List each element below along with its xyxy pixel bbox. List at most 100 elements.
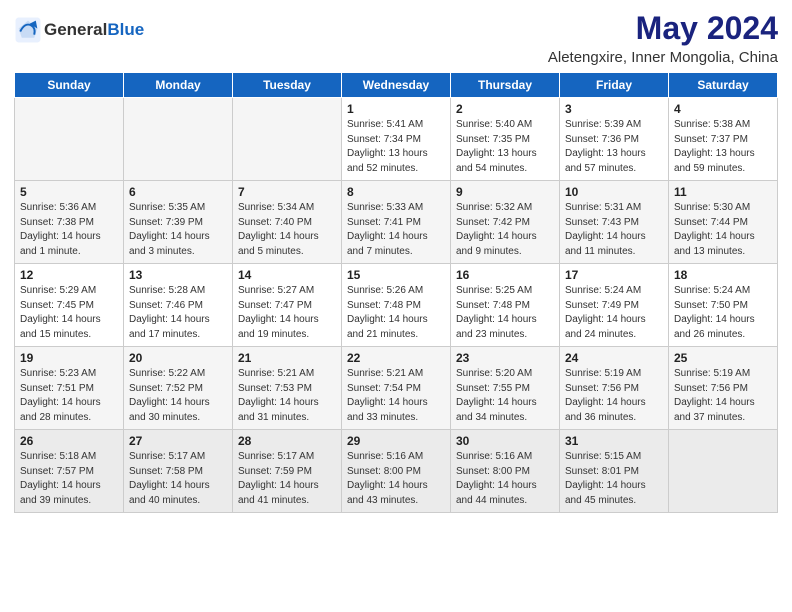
calendar-cell: 29 Sunrise: 5:16 AM Sunset: 8:00 PM Dayli… <box>342 430 451 513</box>
generalblue-icon <box>14 16 42 44</box>
day-number: 18 <box>674 268 772 282</box>
header-tuesday: Tuesday <box>233 73 342 98</box>
day-number: 16 <box>456 268 554 282</box>
cell-info: Sunrise: 5:15 AM Sunset: 8:01 PM Dayligh… <box>565 450 663 508</box>
title-area: May 2024 Aletengxire, Inner Mongolia, Ch… <box>548 10 778 66</box>
calendar-cell: 15Sunrise: 5:26 AM Sunset: 7:48 PM Dayli… <box>342 264 451 347</box>
day-number: 31 <box>565 434 663 448</box>
calendar-week-row: 1 Sunrise: 5:41 AM Sunset: 7:34 PM Daylig… <box>15 98 778 181</box>
calendar-cell: 26 Sunrise: 5:18 AM Sunset: 7:57 PM Dayli… <box>15 430 124 513</box>
cell-info: Sunrise: 5:32 AM Sunset: 7:42 PM Dayligh… <box>456 201 554 259</box>
calendar-cell: 23 Sunrise: 5:20 AM Sunset: 7:55 PM Dayli… <box>451 347 560 430</box>
day-number: 8 <box>347 185 445 199</box>
calendar-cell: 19 Sunrise: 5:23 AM Sunset: 7:51 PM Dayli… <box>15 347 124 430</box>
calendar-cell: 22 Sunrise: 5:21 AM Sunset: 7:54 PM Dayli… <box>342 347 451 430</box>
cell-info: Sunrise: 5:25 AM Sunset: 7:48 PM Dayligh… <box>456 284 554 342</box>
logo-blue: Blue <box>107 20 144 39</box>
cell-info: Sunrise: 5:28 AM Sunset: 7:46 PM Dayligh… <box>129 284 227 342</box>
calendar-cell: 31 Sunrise: 5:15 AM Sunset: 8:01 PM Dayli… <box>560 430 669 513</box>
day-number: 7 <box>238 185 336 199</box>
calendar-cell: 7Sunrise: 5:34 AM Sunset: 7:40 PM Daylig… <box>233 181 342 264</box>
day-number: 28 <box>238 434 336 448</box>
cell-info: Sunrise: 5:30 AM Sunset: 7:44 PM Dayligh… <box>674 201 772 259</box>
day-number: 5 <box>20 185 118 199</box>
day-number: 22 <box>347 351 445 365</box>
header-sunday: Sunday <box>15 73 124 98</box>
cell-info: Sunrise: 5:18 AM Sunset: 7:57 PM Dayligh… <box>20 450 118 508</box>
calendar-cell: 14 Sunrise: 5:27 AM Sunset: 7:47 PM Dayli… <box>233 264 342 347</box>
calendar-cell: 6 Sunrise: 5:35 AM Sunset: 7:39 PM Daylig… <box>124 181 233 264</box>
calendar-cell: 11Sunrise: 5:30 AM Sunset: 7:44 PM Dayli… <box>669 181 778 264</box>
cell-info: Sunrise: 5:24 AM Sunset: 7:50 PM Dayligh… <box>674 284 772 342</box>
cell-info: Sunrise: 5:35 AM Sunset: 7:39 PM Dayligh… <box>129 201 227 259</box>
cell-info: Sunrise: 5:26 AM Sunset: 7:48 PM Dayligh… <box>347 284 445 342</box>
calendar-cell: 9 Sunrise: 5:32 AM Sunset: 7:42 PM Daylig… <box>451 181 560 264</box>
cell-info: Sunrise: 5:41 AM Sunset: 7:34 PM Dayligh… <box>347 118 445 176</box>
cell-info: Sunrise: 5:39 AM Sunset: 7:36 PM Dayligh… <box>565 118 663 176</box>
day-number: 19 <box>20 351 118 365</box>
calendar-cell: 1 Sunrise: 5:41 AM Sunset: 7:34 PM Daylig… <box>342 98 451 181</box>
cell-info: Sunrise: 5:21 AM Sunset: 7:54 PM Dayligh… <box>347 367 445 425</box>
calendar-cell: 20 Sunrise: 5:22 AM Sunset: 7:52 PM Dayli… <box>124 347 233 430</box>
calendar-cell: 18 Sunrise: 5:24 AM Sunset: 7:50 PM Dayli… <box>669 264 778 347</box>
header-friday: Friday <box>560 73 669 98</box>
day-number: 29 <box>347 434 445 448</box>
day-number: 6 <box>129 185 227 199</box>
logo-text: GeneralBlue <box>44 20 144 40</box>
cell-info: Sunrise: 5:33 AM Sunset: 7:41 PM Dayligh… <box>347 201 445 259</box>
day-number: 21 <box>238 351 336 365</box>
cell-info: Sunrise: 5:16 AM Sunset: 8:00 PM Dayligh… <box>456 450 554 508</box>
calendar-cell: 28Sunrise: 5:17 AM Sunset: 7:59 PM Dayli… <box>233 430 342 513</box>
cell-info: Sunrise: 5:27 AM Sunset: 7:47 PM Dayligh… <box>238 284 336 342</box>
day-number: 3 <box>565 102 663 116</box>
calendar-cell <box>124 98 233 181</box>
cell-info: Sunrise: 5:20 AM Sunset: 7:55 PM Dayligh… <box>456 367 554 425</box>
cell-info: Sunrise: 5:16 AM Sunset: 8:00 PM Dayligh… <box>347 450 445 508</box>
cell-info: Sunrise: 5:36 AM Sunset: 7:38 PM Dayligh… <box>20 201 118 259</box>
day-number: 20 <box>129 351 227 365</box>
calendar-cell: 2Sunrise: 5:40 AM Sunset: 7:35 PM Daylig… <box>451 98 560 181</box>
calendar-table: Sunday Monday Tuesday Wednesday Thursday… <box>14 72 778 513</box>
calendar-cell: 12 Sunrise: 5:29 AM Sunset: 7:45 PM Dayli… <box>15 264 124 347</box>
calendar-week-row: 19 Sunrise: 5:23 AM Sunset: 7:51 PM Dayli… <box>15 347 778 430</box>
calendar-cell: 27Sunrise: 5:17 AM Sunset: 7:58 PM Dayli… <box>124 430 233 513</box>
day-number: 24 <box>565 351 663 365</box>
calendar-cell: 17 Sunrise: 5:24 AM Sunset: 7:49 PM Dayli… <box>560 264 669 347</box>
day-number: 1 <box>347 102 445 116</box>
calendar-cell: 8 Sunrise: 5:33 AM Sunset: 7:41 PM Daylig… <box>342 181 451 264</box>
cell-info: Sunrise: 5:21 AM Sunset: 7:53 PM Dayligh… <box>238 367 336 425</box>
calendar-cell: 24 Sunrise: 5:19 AM Sunset: 7:56 PM Dayli… <box>560 347 669 430</box>
cell-info: Sunrise: 5:22 AM Sunset: 7:52 PM Dayligh… <box>129 367 227 425</box>
calendar-subtitle: Aletengxire, Inner Mongolia, China <box>548 49 778 66</box>
calendar-cell <box>669 430 778 513</box>
day-number: 25 <box>674 351 772 365</box>
day-number: 10 <box>565 185 663 199</box>
calendar-cell: 3 Sunrise: 5:39 AM Sunset: 7:36 PM Daylig… <box>560 98 669 181</box>
cell-info: Sunrise: 5:29 AM Sunset: 7:45 PM Dayligh… <box>20 284 118 342</box>
calendar-page: GeneralBlue May 2024 Aletengxire, Inner … <box>0 0 792 612</box>
cell-info: Sunrise: 5:23 AM Sunset: 7:51 PM Dayligh… <box>20 367 118 425</box>
cell-info: Sunrise: 5:19 AM Sunset: 7:56 PM Dayligh… <box>565 367 663 425</box>
calendar-cell: 4Sunrise: 5:38 AM Sunset: 7:37 PM Daylig… <box>669 98 778 181</box>
day-number: 14 <box>238 268 336 282</box>
header-area: GeneralBlue May 2024 Aletengxire, Inner … <box>14 10 778 66</box>
day-number: 23 <box>456 351 554 365</box>
calendar-cell: 30 Sunrise: 5:16 AM Sunset: 8:00 PM Dayli… <box>451 430 560 513</box>
header-thursday: Thursday <box>451 73 560 98</box>
day-number: 17 <box>565 268 663 282</box>
day-number: 30 <box>456 434 554 448</box>
header-wednesday: Wednesday <box>342 73 451 98</box>
logo-general: General <box>44 20 107 39</box>
calendar-cell: 5 Sunrise: 5:36 AM Sunset: 7:38 PM Daylig… <box>15 181 124 264</box>
calendar-cell <box>233 98 342 181</box>
cell-info: Sunrise: 5:19 AM Sunset: 7:56 PM Dayligh… <box>674 367 772 425</box>
day-number: 26 <box>20 434 118 448</box>
day-number: 9 <box>456 185 554 199</box>
cell-info: Sunrise: 5:24 AM Sunset: 7:49 PM Dayligh… <box>565 284 663 342</box>
cell-info: Sunrise: 5:38 AM Sunset: 7:37 PM Dayligh… <box>674 118 772 176</box>
header-row: Sunday Monday Tuesday Wednesday Thursday… <box>15 73 778 98</box>
calendar-cell: 10Sunrise: 5:31 AM Sunset: 7:43 PM Dayli… <box>560 181 669 264</box>
day-number: 12 <box>20 268 118 282</box>
day-number: 27 <box>129 434 227 448</box>
cell-info: Sunrise: 5:40 AM Sunset: 7:35 PM Dayligh… <box>456 118 554 176</box>
